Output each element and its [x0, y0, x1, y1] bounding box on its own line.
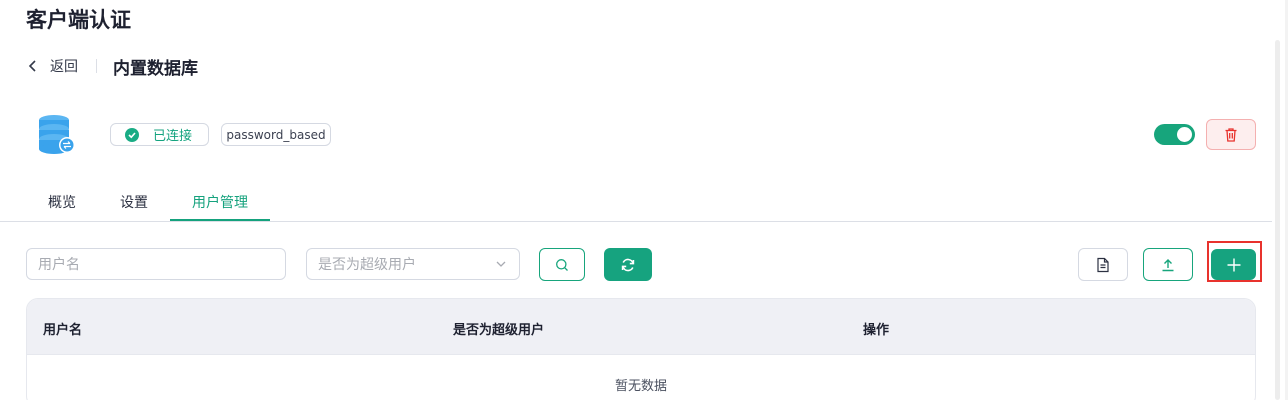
scrollbar[interactable] [1275, 40, 1280, 400]
back-button[interactable]: 返回 [26, 56, 78, 76]
document-icon [1097, 257, 1109, 272]
tab-settings[interactable]: 设置 [120, 192, 148, 212]
status-badge: 已连接 [110, 123, 209, 146]
back-label: 返回 [50, 59, 78, 75]
chevron-left-icon [28, 60, 36, 72]
toggle-knob [1177, 127, 1192, 142]
table-header: 用户名 是否为超级用户 操作 [27, 299, 1255, 355]
chevron-down-icon [496, 261, 506, 267]
plus-icon [1227, 258, 1240, 271]
users-table: 用户名 是否为超级用户 操作 暂无数据 [26, 298, 1256, 400]
status-label: 已连接 [153, 129, 193, 144]
column-header-username: 用户名 [43, 323, 83, 338]
divider [96, 59, 97, 73]
page-title: 客户端认证 [26, 8, 131, 32]
username-input[interactable]: 用户名 [26, 248, 286, 280]
breadcrumb: 返回 内置数据库 [26, 52, 198, 80]
active-tab-indicator [170, 219, 270, 221]
refresh-button[interactable] [604, 248, 652, 281]
section-title: 内置数据库 [113, 58, 198, 79]
search-button[interactable] [539, 248, 585, 281]
refresh-icon [621, 258, 635, 271]
username-placeholder: 用户名 [38, 257, 80, 273]
database-icon [39, 115, 75, 154]
delete-button[interactable] [1206, 119, 1256, 150]
tab-user-management[interactable]: 用户管理 [192, 192, 248, 212]
tab-overview[interactable]: 概览 [48, 192, 76, 212]
column-header-actions: 操作 [863, 323, 890, 338]
superuser-placeholder: 是否为超级用户 [318, 257, 416, 273]
enable-toggle[interactable] [1154, 124, 1195, 145]
superuser-select[interactable]: 是否为超级用户 [306, 248, 520, 280]
upload-icon [1162, 258, 1174, 271]
trash-icon [1225, 127, 1237, 142]
empty-state: 暂无数据 [614, 379, 667, 394]
upload-button[interactable] [1143, 248, 1193, 281]
document-button[interactable] [1078, 248, 1128, 281]
check-circle-icon [125, 127, 139, 142]
column-header-superuser: 是否为超级用户 [453, 323, 545, 338]
add-user-button[interactable] [1211, 249, 1256, 280]
search-icon [556, 258, 568, 271]
tab-bar: 概览 设置 用户管理 [0, 184, 1272, 222]
type-badge: password_based [221, 123, 331, 146]
